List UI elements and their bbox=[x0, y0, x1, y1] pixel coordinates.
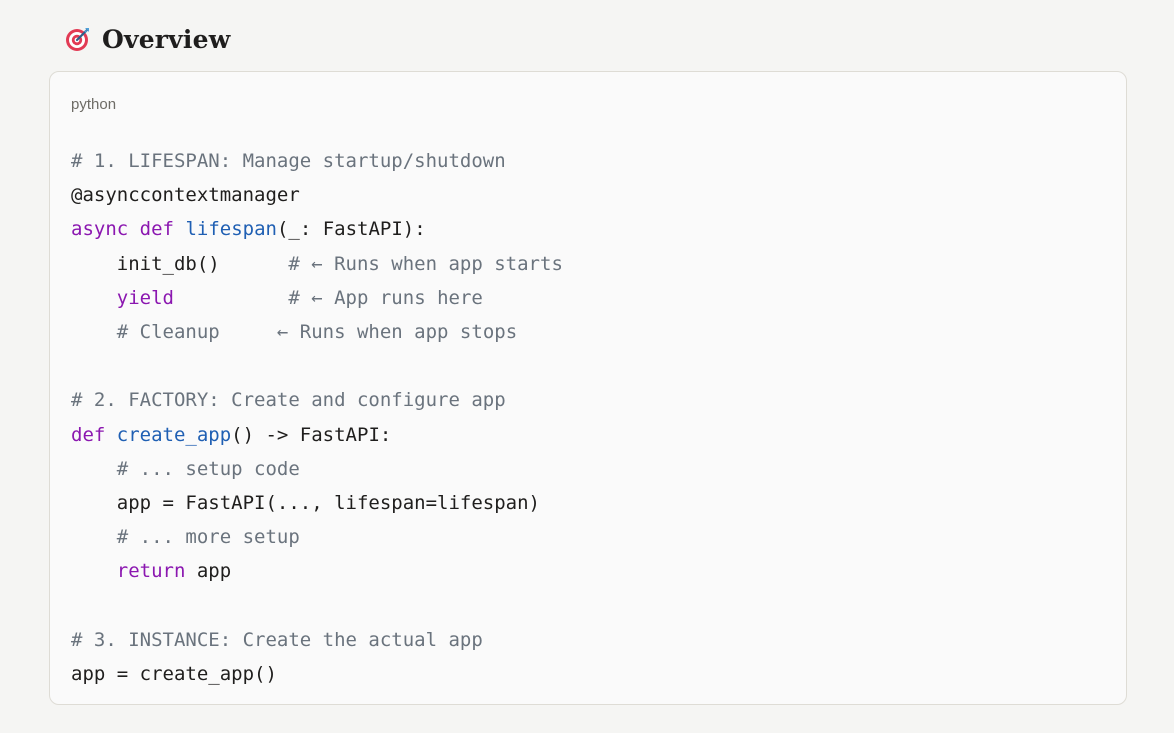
code-token-comment: # 1. LIFESPAN: Manage startup/shutdown bbox=[71, 150, 506, 172]
code-token-keyword: def bbox=[139, 218, 174, 241]
code-line: @asynccontextmanager bbox=[71, 178, 563, 212]
code-line: app = FastAPI(..., lifespan=lifespan) bbox=[71, 486, 563, 520]
code-token-fn: create_app bbox=[116, 423, 232, 446]
code-token-plain: app = FastAPI(..., lifespan=lifespan) bbox=[71, 491, 540, 514]
section-heading: Overview bbox=[64, 20, 230, 58]
code-token-keyword: yield bbox=[116, 286, 174, 309]
code-token-fn: lifespan bbox=[185, 218, 277, 241]
code-line: yield # ← App runs here bbox=[71, 281, 563, 315]
code-token-keyword: return bbox=[116, 560, 186, 583]
code-language-label: python bbox=[71, 96, 117, 113]
code-block: python # 1. LIFESPAN: Manage startup/shu… bbox=[49, 71, 1127, 705]
code-line: # ... more setup bbox=[71, 520, 563, 554]
code-line: async def lifespan(_: FastAPI): bbox=[71, 212, 563, 246]
overview-section: Overview python # 1. LIFESPAN: Manage st… bbox=[0, 0, 1174, 733]
code-line: app = create_app() bbox=[71, 657, 563, 691]
code-line: # 1. LIFESPAN: Manage startup/shutdown bbox=[71, 144, 563, 178]
code-token-plain: (_: FastAPI): bbox=[276, 218, 426, 241]
code-line: # 3. INSTANCE: Create the actual app bbox=[71, 623, 563, 657]
code-token-comment: # 2. FACTORY: Create and configure app bbox=[71, 389, 506, 412]
code-token-comment: # ... more setup bbox=[116, 526, 300, 549]
code-line: def create_app() -> FastAPI: bbox=[71, 418, 563, 452]
code-content: # 1. LIFESPAN: Manage startup/shutdown @a… bbox=[71, 144, 563, 691]
code-line: init_db() # ← Runs when app starts bbox=[71, 247, 563, 281]
code-token-plain: init_db() bbox=[71, 252, 289, 275]
code-token-plain: @asynccontextmanager bbox=[71, 184, 300, 207]
code-token-keyword: async bbox=[71, 218, 129, 241]
code-token-plain: app = create_app() bbox=[71, 662, 277, 685]
code-line: return app bbox=[71, 554, 563, 588]
code-token-plain: () -> FastAPI: bbox=[231, 423, 392, 446]
code-token-comment: # 3. INSTANCE: Create the actual app bbox=[71, 628, 483, 651]
code-token-comment: # ← Runs when app starts bbox=[288, 252, 563, 275]
direct-hit-target-icon bbox=[64, 25, 92, 53]
code-line: # 2. FACTORY: Create and configure app bbox=[71, 383, 563, 417]
code-token-keyword: def bbox=[71, 423, 106, 446]
code-token-comment: # ... setup code bbox=[116, 457, 300, 480]
code-token-comment: # Cleanup ← Runs when app stops bbox=[116, 320, 518, 343]
code-line: # Cleanup ← Runs when app stops bbox=[71, 315, 563, 349]
code-line: # ... setup code bbox=[71, 452, 563, 486]
code-token-plain: app bbox=[185, 560, 232, 583]
code-token-comment: # ← App runs here bbox=[288, 286, 483, 309]
section-title: Overview bbox=[102, 24, 231, 54]
